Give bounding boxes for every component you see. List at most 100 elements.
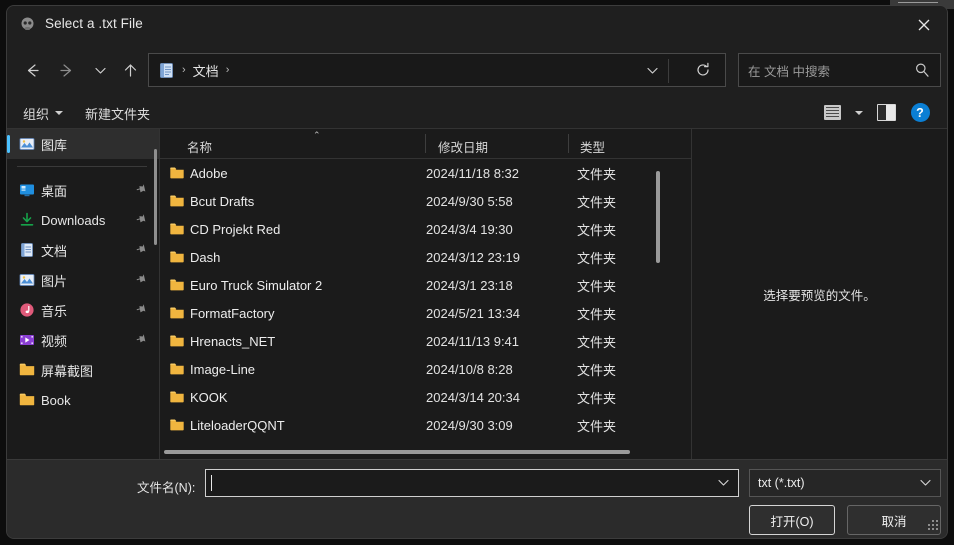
pin-icon[interactable] (133, 331, 150, 349)
sidebar-item-documents[interactable]: 文档 (7, 235, 159, 265)
pin-icon[interactable] (133, 271, 150, 289)
resize-grip-icon[interactable] (928, 520, 939, 531)
file-name: Adobe (190, 165, 228, 181)
file-list-horizontal-scrollbar[interactable] (164, 450, 630, 454)
sidebar-item-label: 文档 (41, 243, 68, 259)
table-row[interactable]: LiteloaderQQNT 2024/9/30 3:09 文件夹 (160, 411, 691, 439)
sidebar-item-label: 桌面 (41, 183, 68, 199)
file-date: 2024/5/21 13:34 (426, 305, 520, 321)
file-list-vertical-scrollbar[interactable] (656, 171, 660, 263)
breadcrumb-separator-2[interactable]: › (226, 64, 230, 76)
address-bar[interactable]: › 文档 › (148, 53, 726, 87)
file-date: 2024/11/13 9:41 (426, 333, 520, 349)
sidebar-item-pictures[interactable]: 图片 (7, 265, 159, 295)
file-dialog-window: Select a .txt File › 文档 › 在 文档 中搜索 组织 新建… (6, 5, 948, 539)
cancel-button[interactable]: 取消 (847, 505, 941, 535)
file-name: Image-Line (190, 361, 256, 377)
breadcrumb-item-documents[interactable]: 文档 (193, 61, 219, 80)
forward-button[interactable] (49, 53, 83, 87)
sidebar-item-downloads[interactable]: Downloads (7, 205, 159, 235)
documents-icon (158, 62, 175, 79)
table-row[interactable]: FormatFactory 2024/5/21 13:34 文件夹 (160, 299, 691, 327)
view-mode-button[interactable] (817, 100, 847, 125)
file-type: 文件夹 (577, 334, 617, 350)
address-dropdown-icon[interactable] (646, 54, 659, 86)
file-date: 2024/3/4 19:30 (426, 221, 513, 237)
sidebar-item-screenshots[interactable]: 屏幕截图 (7, 355, 159, 385)
chevron-down-icon[interactable] (717, 476, 730, 494)
sidebar-item-label: 屏幕截图 (41, 363, 94, 379)
column-header-type[interactable]: 类型 (580, 137, 605, 156)
music-icon (19, 302, 35, 318)
folder-icon (169, 306, 185, 319)
sidebar-item-book[interactable]: Book (7, 385, 159, 415)
table-row[interactable]: Bcut Drafts 2024/9/30 5:58 文件夹 (160, 187, 691, 215)
refresh-icon[interactable] (695, 54, 711, 86)
table-row[interactable]: Adobe 2024/11/18 8:32 文件夹 (160, 159, 691, 187)
table-row[interactable]: Euro Truck Simulator 2 2024/3/1 23:18 文件… (160, 271, 691, 299)
pin-icon[interactable] (133, 301, 150, 319)
file-type: 文件夹 (577, 390, 617, 406)
file-date: 2024/9/30 3:09 (426, 417, 513, 433)
view-mode-dropdown[interactable] (851, 100, 867, 125)
app-icon (19, 16, 36, 33)
column-header-name[interactable]: 名称 (187, 137, 212, 156)
folder-icon (169, 334, 185, 347)
search-icon (914, 62, 930, 83)
sidebar-item-gallery[interactable]: 图库 (7, 129, 159, 159)
desktop-icon (19, 182, 35, 198)
column-header-date[interactable]: 修改日期 (438, 137, 488, 156)
file-name: KOOK (190, 389, 228, 405)
text-cursor (211, 475, 212, 491)
pin-icon[interactable] (133, 241, 150, 259)
close-button[interactable] (900, 6, 947, 44)
table-row[interactable]: KOOK 2024/3/14 20:34 文件夹 (160, 383, 691, 411)
file-name: LiteloaderQQNT (190, 417, 285, 433)
sidebar-item-desktop[interactable]: 桌面 (7, 175, 159, 205)
table-row[interactable]: Image-Line 2024/10/8 8:28 文件夹 (160, 355, 691, 383)
folder-icon (169, 250, 185, 263)
file-type-filter-select[interactable]: txt (*.txt) (749, 469, 941, 497)
pin-icon[interactable] (133, 181, 150, 199)
filename-input[interactable] (205, 469, 739, 497)
file-name: Dash (190, 249, 221, 265)
sidebar-item-videos[interactable]: 视频 (7, 325, 159, 355)
search-input[interactable]: 在 文档 中搜索 (748, 61, 830, 80)
file-type: 文件夹 (577, 418, 617, 434)
breadcrumb-separator-1: › (182, 64, 186, 76)
table-row[interactable]: Dash 2024/3/12 23:19 文件夹 (160, 243, 691, 271)
organize-button[interactable]: 组织 (23, 103, 64, 123)
title-bar: Select a .txt File (7, 6, 947, 44)
table-row[interactable]: Hrenacts_NET 2024/11/13 9:41 文件夹 (160, 327, 691, 355)
command-bar-right-group: ? (817, 100, 935, 125)
open-button[interactable]: 打开(O) (749, 505, 835, 535)
column-headers: ⌃ 名称 修改日期 类型 (160, 129, 691, 159)
file-type: 文件夹 (577, 306, 617, 322)
file-type: 文件夹 (577, 250, 617, 266)
pin-icon[interactable] (133, 211, 150, 229)
recent-locations-button[interactable] (83, 53, 117, 87)
file-date: 2024/9/30 5:58 (426, 193, 513, 209)
search-box[interactable]: 在 文档 中搜索 (738, 53, 941, 87)
sort-ascending-icon: ⌃ (313, 130, 321, 140)
folder-icon (169, 222, 185, 235)
file-date: 2024/3/1 23:18 (426, 277, 513, 293)
sidebar-scrollbar[interactable] (154, 149, 157, 245)
back-button[interactable] (15, 53, 49, 87)
table-row[interactable]: CD Projekt Red 2024/3/4 19:30 文件夹 (160, 215, 691, 243)
folder-icon (169, 166, 185, 179)
sidebar-divider (17, 166, 147, 167)
column-separator[interactable] (568, 134, 569, 153)
file-date: 2024/3/12 23:19 (426, 249, 520, 265)
column-separator[interactable] (425, 134, 426, 153)
help-button[interactable]: ? (905, 100, 935, 125)
file-name: CD Projekt Red (190, 221, 281, 237)
file-type-filter-value: txt (*.txt) (758, 476, 805, 490)
up-button[interactable] (113, 53, 147, 87)
sidebar-item-music[interactable]: 音乐 (7, 295, 159, 325)
preview-pane-button[interactable] (871, 100, 901, 125)
sidebar-item-label: 视频 (41, 333, 68, 349)
folder-icon (169, 278, 185, 291)
new-folder-button[interactable]: 新建文件夹 (85, 103, 150, 123)
folder-icon (169, 390, 185, 403)
